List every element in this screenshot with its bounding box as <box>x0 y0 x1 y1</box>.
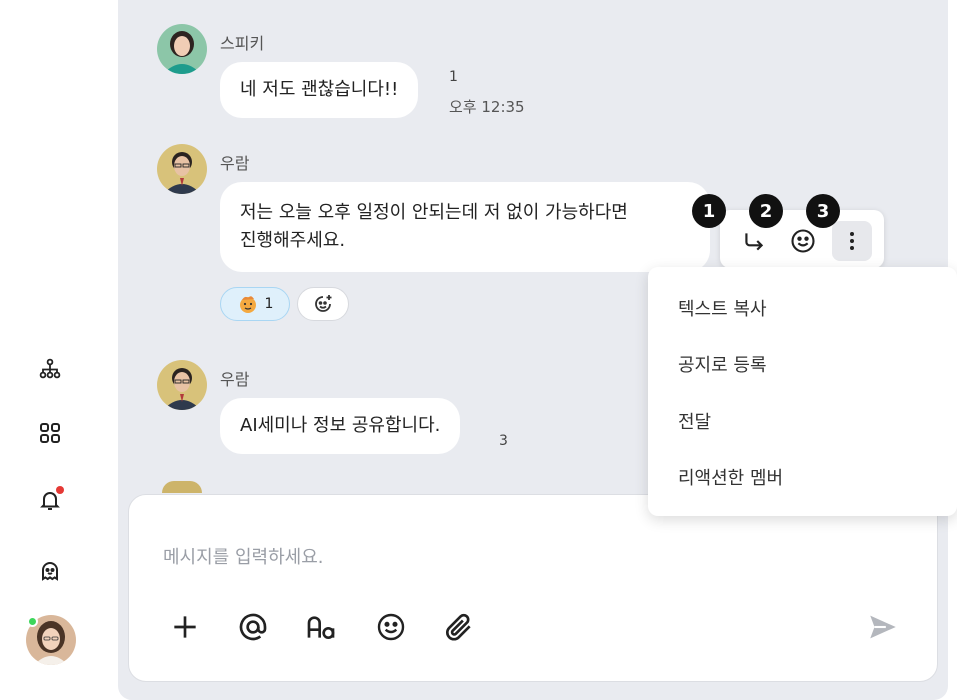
add-reaction-button[interactable] <box>297 287 349 321</box>
message-bubble[interactable]: 저는 오늘 오후 일정이 안되는데 저 없이 가능하다면 진행해주세요. <box>220 182 710 272</box>
sender-name: 우람 <box>220 370 250 389</box>
sender-name: 우람 <box>220 154 250 173</box>
reaction-chip[interactable]: 1 <box>220 287 290 321</box>
message-bubble[interactable]: 네 저도 괜찮습니다!! <box>220 62 419 118</box>
message-time: 오후 12:35 <box>449 98 525 116</box>
add-emoji-icon <box>315 295 332 312</box>
apps-grid-icon[interactable] <box>32 415 68 451</box>
sender-name: 스피키 <box>220 34 265 53</box>
ghost-icon[interactable] <box>32 553 68 589</box>
attach-button[interactable] <box>439 607 479 647</box>
message-text-line: 진행해주세요. <box>240 230 346 251</box>
more-options-button[interactable] <box>832 221 872 261</box>
avatar[interactable] <box>157 144 207 194</box>
menu-item-forward[interactable]: 전달 <box>678 408 711 434</box>
plus-icon <box>174 616 196 638</box>
more-vertical-icon <box>850 232 854 250</box>
message-text-line: 저는 오늘 오후 일정이 안되는데 저 없이 가능하다면 <box>240 202 628 223</box>
reaction-count: 1 <box>264 296 274 312</box>
mention-icon <box>239 613 267 641</box>
bell-icon[interactable] <box>32 482 68 518</box>
unread-count: 1 <box>449 69 458 85</box>
menu-item-copy-text[interactable]: 텍스트 복사 <box>678 295 767 321</box>
attach-icon <box>446 613 471 641</box>
sidebar <box>0 0 118 700</box>
send-icon <box>870 615 896 639</box>
reaction-emoji-icon <box>239 296 256 313</box>
text-format-icon <box>307 616 335 639</box>
annotation-badge-3: 3 <box>806 194 840 228</box>
avatar[interactable] <box>157 360 207 410</box>
unread-count: 3 <box>499 433 508 449</box>
org-chart-icon[interactable] <box>32 351 68 387</box>
message-action-bar <box>720 210 884 268</box>
send-button[interactable] <box>861 607 905 647</box>
avatar-partial <box>162 481 202 493</box>
reply-arrow-icon <box>745 233 764 251</box>
context-menu: 텍스트 복사 공지로 등록 전달 리액션한 멤버 <box>648 267 957 516</box>
message-input[interactable]: 메시지를 입력하세요. <box>163 543 323 569</box>
online-status-dot <box>27 616 38 627</box>
annotation-badge-2: 2 <box>749 194 783 228</box>
annotation-badge-1: 1 <box>692 194 726 228</box>
plus-button[interactable] <box>165 607 205 647</box>
text-format-button[interactable] <box>301 607 341 647</box>
menu-item-register-notice[interactable]: 공지로 등록 <box>678 351 767 377</box>
emoji-icon <box>377 613 405 641</box>
message-bubble[interactable]: AI세미나 정보 공유합니다. <box>220 398 461 454</box>
mention-button[interactable] <box>233 607 273 647</box>
emoji-icon <box>791 229 815 253</box>
avatar[interactable] <box>157 24 207 74</box>
menu-item-reaction-members[interactable]: 리액션한 멤버 <box>678 464 783 490</box>
notification-dot <box>56 486 64 494</box>
emoji-button[interactable] <box>371 607 411 647</box>
message-composer: 메시지를 입력하세요. <box>128 494 938 682</box>
